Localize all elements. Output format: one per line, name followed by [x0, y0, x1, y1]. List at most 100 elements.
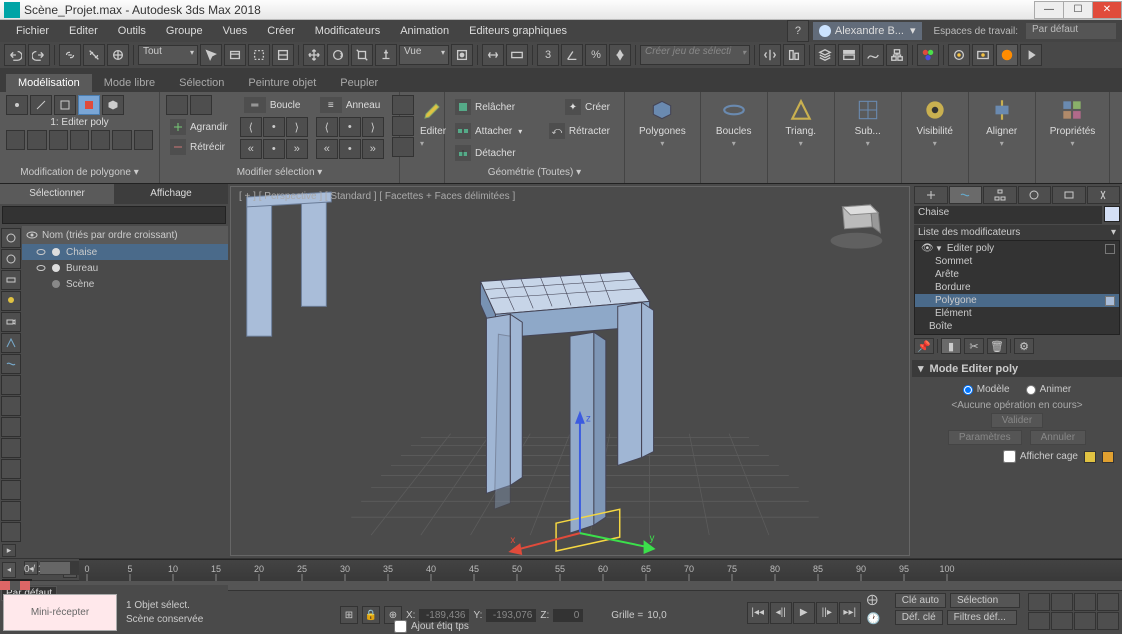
- visibility-button[interactable]: Visibilité: [908, 95, 962, 139]
- material-editor-button[interactable]: [917, 44, 939, 66]
- menu-modificateurs[interactable]: Modificateurs: [305, 20, 390, 42]
- scene-item-chaise[interactable]: Chaise: [22, 244, 228, 260]
- cage-color-2[interactable]: [1102, 451, 1114, 463]
- loop-ll[interactable]: «: [240, 139, 262, 159]
- select-region-button[interactable]: [248, 44, 270, 66]
- spinner-snap-button[interactable]: [609, 44, 631, 66]
- configure[interactable]: ⚙: [1014, 338, 1034, 354]
- manipulate-button[interactable]: [482, 44, 504, 66]
- named-sets[interactable]: Créer jeu de sélecti: [640, 45, 750, 65]
- zoom-ext-button[interactable]: [1028, 612, 1050, 630]
- grow-button[interactable]: Agrandir: [166, 117, 232, 137]
- tool-c[interactable]: [1, 417, 21, 437]
- ring-cc[interactable]: •: [339, 139, 361, 159]
- lock-sel-button[interactable]: 🔒: [362, 606, 380, 624]
- close-button[interactable]: ✕: [1092, 1, 1122, 19]
- sub-element[interactable]: Elément: [915, 307, 1119, 320]
- goto-end[interactable]: ▸▸|: [839, 602, 861, 624]
- move-button[interactable]: [303, 44, 325, 66]
- ring-button[interactable]: ≡Anneau: [316, 95, 384, 115]
- prev-key[interactable]: ◂: [2, 562, 16, 578]
- max-toggle-button[interactable]: [1097, 612, 1119, 630]
- select-name-button[interactable]: [224, 44, 246, 66]
- z-value[interactable]: 0: [553, 609, 583, 622]
- selection-filter[interactable]: Tout: [138, 45, 198, 65]
- goto-start[interactable]: |◂◂: [747, 602, 769, 624]
- ring-r[interactable]: ⟩: [362, 117, 384, 137]
- menu-editeurs-graphiques[interactable]: Editeurs graphiques: [459, 20, 577, 42]
- sub-sommet[interactable]: Sommet: [915, 255, 1119, 268]
- remove-mod[interactable]: 🗑: [987, 338, 1007, 354]
- tool-e[interactable]: [1, 459, 21, 479]
- tool-a[interactable]: [1, 375, 21, 395]
- window-crossing-button[interactable]: [272, 44, 294, 66]
- playhead-button[interactable]: ▸: [2, 544, 16, 557]
- pin-button[interactable]: [70, 130, 89, 150]
- tool-helper[interactable]: [1, 333, 21, 353]
- layers-button[interactable]: [814, 44, 836, 66]
- rotate-button[interactable]: [327, 44, 349, 66]
- hilite-button[interactable]: [190, 95, 212, 115]
- subobj-edge[interactable]: [30, 95, 52, 115]
- placement-button[interactable]: [375, 44, 397, 66]
- auto-key-button[interactable]: Clé auto: [895, 593, 946, 608]
- loop-rr[interactable]: »: [286, 139, 308, 159]
- tool-f[interactable]: [1, 480, 21, 500]
- pivot-button[interactable]: [451, 44, 473, 66]
- mod-editpoly[interactable]: 👁▼Editer poly: [915, 242, 1119, 255]
- tool-warp[interactable]: [1, 354, 21, 374]
- angle-snap-button[interactable]: [561, 44, 583, 66]
- ring-rr[interactable]: »: [362, 139, 384, 159]
- scene-search-input[interactable]: [2, 206, 226, 224]
- align-button[interactable]: [783, 44, 805, 66]
- loops-button[interactable]: Boucles: [707, 95, 761, 139]
- help-icon[interactable]: ?: [787, 20, 809, 42]
- loop-l[interactable]: ⟨: [240, 117, 262, 137]
- schematic-button[interactable]: [886, 44, 908, 66]
- set-key-button[interactable]: Déf. clé: [895, 610, 943, 625]
- viewport-label[interactable]: [ + ] [ Perspective ] [ Standard ] [ Fac…: [239, 191, 515, 202]
- scene-tab-select[interactable]: Sélectionner: [0, 184, 114, 204]
- pin-stack[interactable]: 📌: [914, 338, 934, 354]
- scene-tab-display[interactable]: Affichage: [114, 184, 228, 204]
- unlink-button[interactable]: [83, 44, 105, 66]
- tab-modelisation[interactable]: Modélisation: [6, 74, 92, 92]
- object-color-swatch[interactable]: [1104, 206, 1120, 222]
- ring-c[interactable]: •: [339, 117, 361, 137]
- sub-bordure[interactable]: Bordure: [915, 281, 1119, 294]
- group-geom[interactable]: Géométrie (Toutes) ▾: [451, 165, 618, 180]
- menu-creer[interactable]: Créer: [257, 20, 305, 42]
- pan-button[interactable]: [1028, 593, 1050, 611]
- tool-d[interactable]: [1, 438, 21, 458]
- object-name-input[interactable]: Chaise: [914, 206, 1102, 224]
- cmd-display[interactable]: [1052, 186, 1086, 204]
- modifier-list-dropdown[interactable]: Liste des modificateurs▾: [914, 225, 1120, 240]
- subobj-polygon[interactable]: [78, 95, 100, 115]
- create-button[interactable]: ✦Créer: [561, 97, 614, 117]
- subobj-vertex[interactable]: [6, 95, 28, 115]
- time-ruler[interactable]: 0510152025303540455055606570758085909510…: [79, 559, 1122, 581]
- group-modsel[interactable]: Modifier sélection ▾: [166, 165, 393, 180]
- tool-h[interactable]: [1, 522, 21, 542]
- subobj-border[interactable]: [54, 95, 76, 115]
- tool-filter[interactable]: [1, 249, 21, 269]
- next-frame[interactable]: ||▸: [816, 602, 838, 624]
- mirror-button[interactable]: [759, 44, 781, 66]
- key-mode[interactable]: ⨁: [867, 593, 889, 611]
- polygons-button[interactable]: Polygones: [631, 95, 694, 139]
- time-cfg[interactable]: 🕐: [867, 612, 889, 630]
- show-end[interactable]: ▮: [941, 338, 961, 354]
- base-object[interactable]: Boîte: [915, 320, 1119, 333]
- zoom-all-button[interactable]: [1097, 593, 1119, 611]
- scene-header[interactable]: Nom (triés par ordre croissant): [22, 226, 228, 244]
- shrink-button[interactable]: Rétrécir: [166, 137, 232, 157]
- relax-button[interactable]: Relâcher✦Créer: [451, 95, 618, 119]
- subdivision-button[interactable]: Sub...: [841, 95, 895, 139]
- render-online-button[interactable]: [1020, 44, 1042, 66]
- menu-vues[interactable]: Vues: [213, 20, 258, 42]
- keyboard-button[interactable]: [506, 44, 528, 66]
- loop-r[interactable]: ⟩: [286, 117, 308, 137]
- valider-button[interactable]: Valider: [991, 413, 1043, 428]
- bind-button[interactable]: [107, 44, 129, 66]
- walk-button[interactable]: [1074, 612, 1096, 630]
